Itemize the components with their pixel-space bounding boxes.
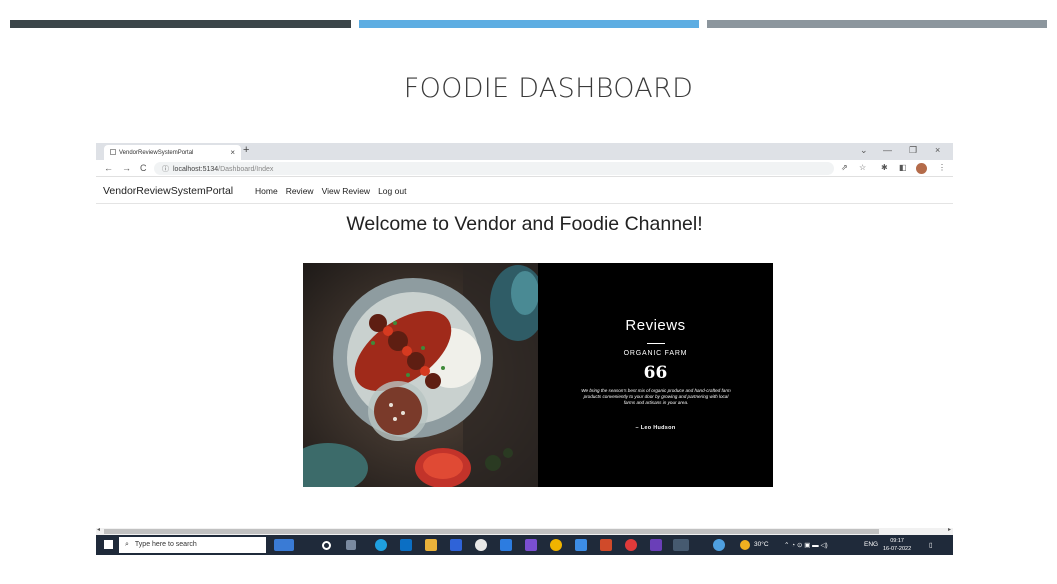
help-icon[interactable] bbox=[713, 539, 725, 551]
scroll-right-icon[interactable]: ▸ bbox=[948, 526, 951, 533]
page-icon bbox=[110, 149, 116, 155]
tray-icons[interactable]: ⌃ ◔ ⊙ ▣ ▬ ◁) bbox=[784, 541, 828, 549]
scroll-thumb[interactable] bbox=[104, 529, 879, 534]
start-icon[interactable] bbox=[104, 540, 113, 549]
chrome-active-icon[interactable] bbox=[673, 539, 689, 551]
nav-home[interactable]: Home bbox=[255, 186, 278, 196]
cortana-icon[interactable] bbox=[322, 541, 331, 550]
info-icon: ⓘ bbox=[162, 166, 169, 173]
edge-icon[interactable] bbox=[375, 539, 387, 551]
chrome-icon[interactable] bbox=[550, 539, 562, 551]
bookmark-star-icon[interactable]: ☆ bbox=[859, 163, 866, 172]
app-icon-paint[interactable] bbox=[274, 539, 294, 551]
store-icon[interactable] bbox=[400, 539, 412, 551]
outlook-icon[interactable] bbox=[450, 539, 462, 551]
vscode-icon[interactable] bbox=[500, 539, 512, 551]
powerpoint-icon[interactable] bbox=[600, 539, 612, 551]
app-icon-purple[interactable] bbox=[650, 539, 662, 551]
explorer-icon[interactable] bbox=[425, 539, 437, 551]
quote-icon: 66 bbox=[643, 363, 668, 383]
url-host: localhost:5134 bbox=[173, 166, 219, 173]
food-image bbox=[303, 263, 538, 487]
nav-view-review[interactable]: View Review bbox=[322, 186, 371, 196]
close-tab-icon[interactable]: × bbox=[230, 148, 235, 157]
reviews-subtitle: ORGANIC FARM bbox=[623, 350, 688, 357]
search-icon: ⌕ bbox=[125, 541, 129, 548]
nav-logout[interactable]: Log out bbox=[378, 186, 406, 196]
restore-button[interactable]: ❐ bbox=[909, 145, 917, 156]
taskview-icon[interactable] bbox=[346, 540, 356, 550]
divider bbox=[647, 343, 665, 344]
visual-studio-icon[interactable] bbox=[525, 539, 537, 551]
clock[interactable]: 09:17 16-07-2022 bbox=[883, 537, 911, 553]
reload-icon[interactable]: C bbox=[140, 163, 147, 173]
reviews-title: Reviews bbox=[625, 317, 686, 334]
windows-taskbar: ⌕ Type here to search 30°C ⌃ ◔ ⊙ ▣ ▬ ◁) E… bbox=[96, 535, 953, 555]
decor-bar-blue bbox=[359, 20, 699, 28]
nav-review[interactable]: Review bbox=[286, 186, 314, 196]
horizontal-scrollbar[interactable]: ◂ ▸ bbox=[96, 526, 953, 535]
notification-icon[interactable]: ▯ bbox=[929, 541, 933, 549]
sidepanel-icon[interactable]: ◧ bbox=[899, 163, 907, 172]
review-panel: Reviews ORGANIC FARM 66 We bring the sea… bbox=[538, 263, 773, 487]
tab-strip: VendorReviewSystemPortal × + ⌄ — ❐ × bbox=[96, 143, 953, 160]
new-tab-button[interactable]: + bbox=[243, 144, 249, 156]
language-indicator[interactable]: ENG bbox=[864, 541, 878, 548]
address-bar-row: ← → C ⓘ localhost:5134/Dashboard/Index ⇗ … bbox=[96, 160, 953, 177]
browser-tab[interactable]: VendorReviewSystemPortal × bbox=[104, 145, 241, 160]
weather-temp[interactable]: 30°C bbox=[754, 541, 769, 548]
taskbar-search[interactable]: ⌕ Type here to search bbox=[119, 537, 266, 553]
tab-title: VendorReviewSystemPortal bbox=[119, 150, 194, 156]
search-placeholder: Type here to search bbox=[134, 541, 197, 548]
decor-bar-dark bbox=[10, 20, 351, 28]
app-icon-red[interactable] bbox=[625, 539, 637, 551]
nav-links: Home Review View Review Log out bbox=[255, 186, 414, 196]
review-text: We bring the season's best mix of organi… bbox=[581, 388, 731, 406]
tab-search-icon[interactable]: ⌄ bbox=[860, 145, 868, 156]
decor-bar-gray bbox=[707, 20, 1047, 28]
brand-link[interactable]: VendorReviewSystemPortal bbox=[103, 185, 233, 197]
welcome-heading: Welcome to Vendor and Foodie Channel! bbox=[346, 213, 703, 235]
forward-icon[interactable]: → bbox=[122, 163, 131, 173]
profile-avatar[interactable] bbox=[916, 163, 927, 174]
slide: FOODIE DASHBOARD VendorReviewSystemPorta… bbox=[0, 0, 1057, 584]
app-navbar: VendorReviewSystemPortal Home Review View … bbox=[96, 177, 953, 204]
back-icon[interactable]: ← bbox=[104, 163, 113, 173]
url-path: /Dashboard/Index bbox=[218, 166, 274, 173]
extensions-icon[interactable]: ✱ bbox=[881, 163, 888, 172]
slide-title: FOODIE DASHBOARD bbox=[403, 73, 694, 104]
url-input[interactable]: ⓘ localhost:5134/Dashboard/Index bbox=[154, 162, 834, 175]
clock-date: 16-07-2022 bbox=[883, 546, 912, 552]
menu-kebab-icon[interactable]: ⋮ bbox=[938, 163, 946, 172]
weather-icon[interactable] bbox=[740, 540, 750, 550]
clock-time: 09:17 bbox=[890, 538, 904, 544]
review-author: – Leo Hudson bbox=[635, 425, 676, 431]
app-icon-blue[interactable] bbox=[575, 539, 587, 551]
share-icon[interactable]: ⇗ bbox=[841, 163, 848, 172]
browser-screenshot: VendorReviewSystemPortal × + ⌄ — ❐ × ← →… bbox=[96, 143, 953, 555]
minimize-button[interactable]: — bbox=[883, 145, 892, 155]
scroll-left-icon[interactable]: ◂ bbox=[97, 526, 100, 533]
hero-banner: Reviews ORGANIC FARM 66 We bring the sea… bbox=[303, 263, 773, 487]
close-window-button[interactable]: × bbox=[935, 145, 940, 155]
app-icon-circle[interactable] bbox=[475, 539, 487, 551]
